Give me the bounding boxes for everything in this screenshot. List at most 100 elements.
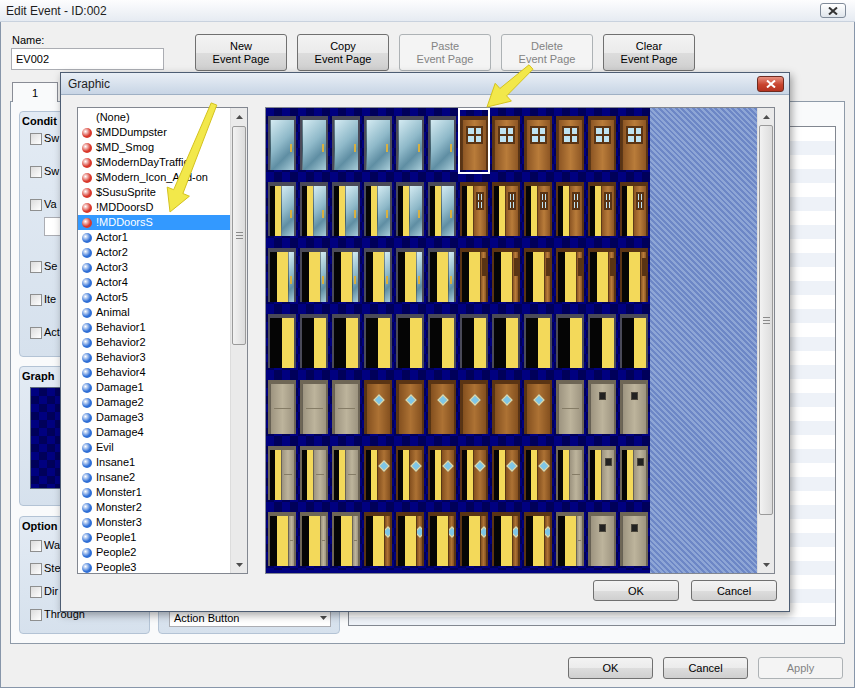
sprite-cell[interactable]	[522, 306, 554, 372]
file-item[interactable]: $Modern_Icon_Add-on	[78, 170, 230, 185]
file-item[interactable]: Actor5	[78, 290, 230, 305]
page-button[interactable]: NewEvent Page	[195, 34, 287, 71]
sprite-cell[interactable]	[330, 108, 362, 174]
sprite-cell[interactable]	[330, 504, 362, 570]
sprite-cell[interactable]	[490, 240, 522, 306]
file-item[interactable]: People3	[78, 560, 230, 573]
sprite-cell[interactable]	[490, 438, 522, 504]
checkbox[interactable]	[30, 563, 42, 575]
file-item[interactable]: Actor2	[78, 245, 230, 260]
sprite-cell[interactable]	[586, 240, 618, 306]
file-item[interactable]: Monster1	[78, 485, 230, 500]
sprite-cell[interactable]	[586, 108, 618, 174]
sprite-cell[interactable]	[362, 108, 394, 174]
file-item[interactable]: Actor4	[78, 275, 230, 290]
sprite-cell[interactable]	[458, 306, 490, 372]
checkbox[interactable]	[30, 586, 42, 598]
checkbox[interactable]	[30, 540, 42, 552]
sprite-cell[interactable]	[522, 108, 554, 174]
sprite-cell[interactable]	[362, 438, 394, 504]
sprite-cell[interactable]	[586, 306, 618, 372]
sprite-cell[interactable]	[618, 504, 650, 570]
sprite-cell[interactable]	[394, 108, 426, 174]
file-item[interactable]: $MDDumpster	[78, 125, 230, 140]
sprite-cell[interactable]	[330, 372, 362, 438]
sprite-cell[interactable]	[554, 372, 586, 438]
file-item[interactable]: Evil	[78, 440, 230, 455]
file-item[interactable]: $MD_Smog	[78, 140, 230, 155]
checkbox[interactable]	[30, 327, 42, 339]
dialog-button[interactable]: OK	[593, 580, 679, 601]
footer-button[interactable]: OK	[568, 657, 653, 679]
page-button[interactable]: ClearEvent Page	[603, 34, 695, 71]
sprite-cell[interactable]	[266, 372, 298, 438]
sprite-cell[interactable]	[618, 240, 650, 306]
sprite-cell[interactable]	[394, 504, 426, 570]
sprite-cell[interactable]	[298, 504, 330, 570]
sprite-cell[interactable]	[458, 504, 490, 570]
checkbox[interactable]	[30, 166, 42, 178]
sprite-cell[interactable]	[586, 438, 618, 504]
scrollbar[interactable]	[757, 108, 774, 573]
scroll-arrow-button[interactable]	[758, 108, 774, 125]
dialog-close-button[interactable]	[757, 76, 784, 92]
sprite-cell[interactable]	[554, 306, 586, 372]
sprite-cell[interactable]	[618, 438, 650, 504]
sprite-cell[interactable]	[298, 372, 330, 438]
sprite-cell[interactable]	[458, 174, 490, 240]
sprite-cell[interactable]	[362, 240, 394, 306]
file-item[interactable]: !MDDoorsS	[78, 215, 230, 230]
sprite-cell[interactable]	[266, 306, 298, 372]
sprite-cell[interactable]	[394, 438, 426, 504]
sprite-cell[interactable]	[362, 306, 394, 372]
sprite-cell[interactable]	[490, 108, 522, 174]
checkbox[interactable]	[30, 133, 42, 145]
sprite-cell[interactable]	[522, 174, 554, 240]
sprite-cell[interactable]	[394, 306, 426, 372]
file-item[interactable]: Damage4	[78, 425, 230, 440]
sprite-cell[interactable]	[298, 306, 330, 372]
file-item[interactable]: $SusuSprite	[78, 185, 230, 200]
sprite-cell[interactable]	[490, 174, 522, 240]
file-item[interactable]: Animal	[78, 305, 230, 320]
sprite-cell[interactable]	[490, 372, 522, 438]
sprite-cell[interactable]	[298, 108, 330, 174]
file-item[interactable]: Monster2	[78, 500, 230, 515]
dialog-button[interactable]: Cancel	[691, 580, 777, 601]
sprite-cell[interactable]	[266, 504, 298, 570]
file-item[interactable]: Behavior2	[78, 335, 230, 350]
file-item[interactable]: Behavior3	[78, 350, 230, 365]
sprite-cell[interactable]	[586, 372, 618, 438]
name-input[interactable]: EV002	[11, 48, 164, 70]
sprite-cell[interactable]	[554, 438, 586, 504]
sprite-cell[interactable]	[618, 372, 650, 438]
sprite-cell[interactable]	[426, 306, 458, 372]
scroll-arrow-button[interactable]	[758, 556, 774, 573]
sprite-cell[interactable]	[426, 504, 458, 570]
sprite-cell[interactable]	[298, 174, 330, 240]
scroll-thumb[interactable]	[232, 126, 246, 345]
sprite-cell[interactable]	[458, 372, 490, 438]
checkbox[interactable]	[30, 609, 42, 621]
sprite-cell[interactable]	[554, 174, 586, 240]
sprite-cell[interactable]	[330, 306, 362, 372]
scrollbar[interactable]	[230, 108, 247, 573]
file-item[interactable]: People2	[78, 545, 230, 560]
scroll-arrow-button[interactable]	[231, 108, 247, 125]
sprite-cell[interactable]	[266, 174, 298, 240]
sprite-cell[interactable]	[330, 174, 362, 240]
checkbox[interactable]	[30, 294, 42, 306]
sprite-cell[interactable]	[522, 438, 554, 504]
sprite-cell[interactable]	[554, 504, 586, 570]
file-item[interactable]: Insane2	[78, 470, 230, 485]
sprite-cell[interactable]	[522, 240, 554, 306]
sprite-cell[interactable]	[330, 240, 362, 306]
page-button[interactable]: DeleteEvent Page	[501, 34, 593, 71]
sprite-cell[interactable]	[490, 504, 522, 570]
scroll-arrow-button[interactable]	[231, 556, 247, 573]
sprite-cell[interactable]	[362, 504, 394, 570]
page-button[interactable]: CopyEvent Page	[297, 34, 389, 71]
sprite-cell[interactable]	[554, 240, 586, 306]
sprite-cell[interactable]	[298, 240, 330, 306]
file-item[interactable]: Behavior4	[78, 365, 230, 380]
